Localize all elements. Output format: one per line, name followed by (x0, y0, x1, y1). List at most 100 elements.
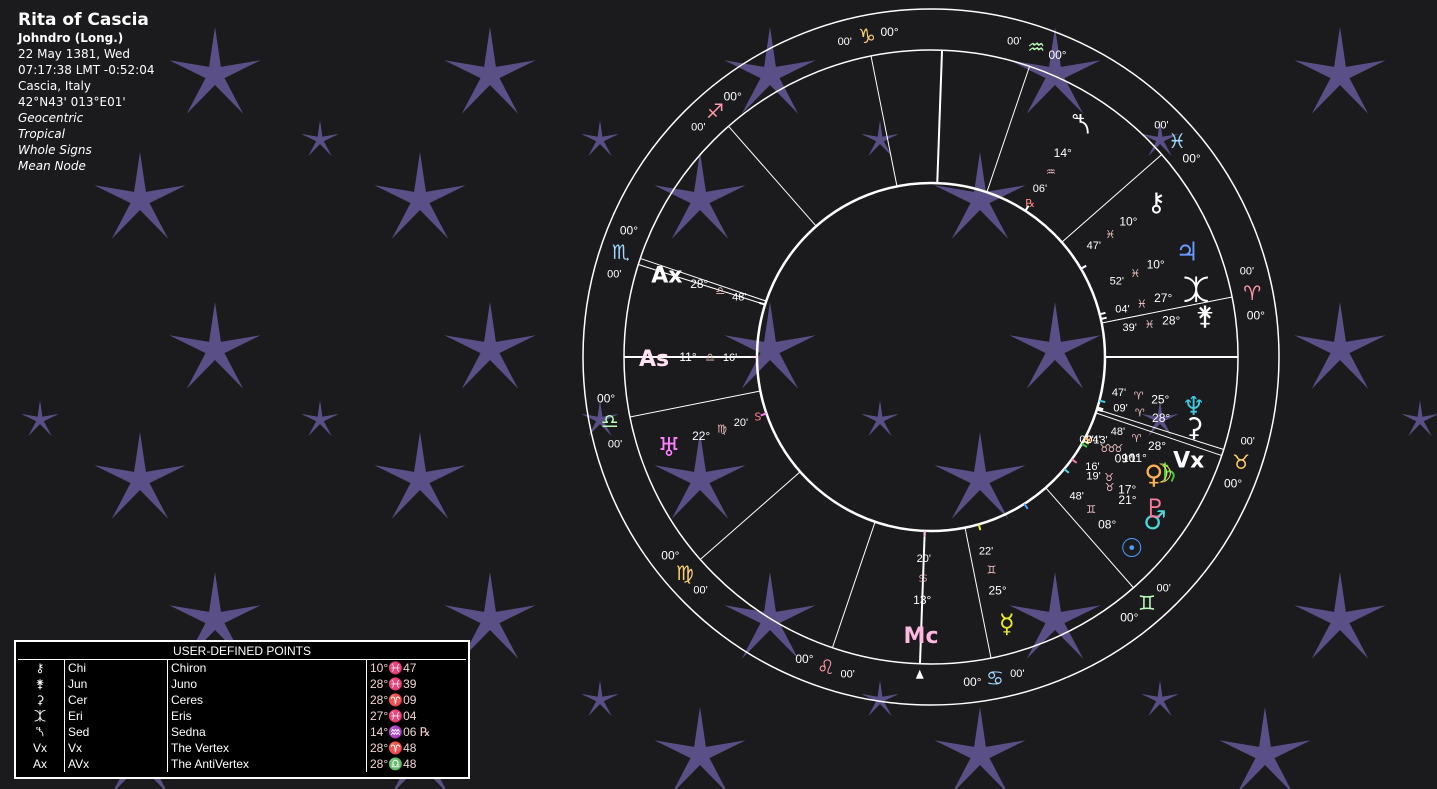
row-abbr: Sed (64, 724, 168, 740)
chiron-icon[interactable]: ⚷ (1147, 188, 1166, 218)
eris-icon[interactable]: ⯰ (1183, 276, 1209, 306)
antivertex-tick (759, 301, 766, 306)
jupiter-icon[interactable]: ♃ (1175, 237, 1198, 267)
neptune-degree: 25° (1151, 393, 1169, 407)
cusp-minute: 00' (1010, 668, 1024, 680)
vertex-icon[interactable]: Vx (1173, 449, 1204, 474)
sign-glyph: ♐ (706, 99, 724, 123)
table-row[interactable]: Ax AVx The AntiVertex 28°♎48 (16, 756, 468, 772)
ascendant-sign: ♎ (705, 351, 715, 364)
chiron-sign: ♓ (1105, 228, 1115, 241)
cusp-minute: 00' (838, 36, 852, 48)
table-row[interactable]: ⯰ Eri Eris 27°♓04 (16, 708, 468, 724)
row-position: 27°♓04 (366, 708, 468, 724)
sedna-icon[interactable]: ⯲ (1072, 110, 1090, 140)
cusp-degree: 00° (1183, 152, 1201, 166)
pluto-degree: 17° (1118, 482, 1136, 496)
ascendant-icon[interactable]: As (639, 347, 669, 372)
uranus-icon[interactable]: ♅ (657, 433, 680, 463)
row-abbr: Cer (64, 692, 168, 708)
sign-glyph: ♎ (601, 409, 619, 433)
table-row[interactable]: ⚳ Cer Ceres 28°♈09 (16, 692, 468, 708)
table-row[interactable]: Vx Vx The Vertex 28°♈48 (16, 740, 468, 756)
neptune-icon[interactable]: ♆ (1182, 392, 1205, 422)
row-position: 10°♓47 (366, 660, 468, 676)
sun-icon[interactable]: ☉ (1120, 534, 1143, 564)
antivertex-sign: ♎ (715, 284, 725, 297)
antivertex-icon[interactable]: Ax (651, 264, 682, 289)
eris-sign: ♓ (1137, 298, 1147, 311)
sedna-sign: ♒ (1046, 165, 1056, 178)
row-name: Ceres (167, 692, 367, 708)
pluto-icon[interactable]: ♇ (1144, 494, 1167, 524)
row-position: 14°♒06 ℞ (366, 724, 468, 740)
row-position: 28°♓39 (366, 676, 468, 692)
house-cusp-line (728, 125, 817, 227)
table-row[interactable]: ⚷ Chi Chiron 10°♓47 (16, 660, 468, 676)
row-abbr: Eri (64, 708, 168, 724)
jupiter-sign: ♓ (1130, 267, 1140, 280)
eris-icon: ⯰ (33, 709, 47, 723)
venus-degree: 09° (1115, 451, 1133, 465)
row-abbr: Chi (64, 660, 168, 676)
juno-minute: 39' (1123, 322, 1137, 334)
cusp-minute: 00' (1154, 119, 1168, 131)
mercury-minute: 22' (979, 545, 993, 557)
pluto-sign: ♉ (1104, 471, 1114, 484)
jupiter-minute: 52' (1110, 275, 1124, 287)
venus-icon[interactable]: ♀ (1144, 460, 1163, 490)
cusp-degree: 00° (661, 548, 679, 562)
cusp-degree: 00° (795, 652, 813, 666)
sign-glyph: ♊ (1138, 591, 1156, 615)
panel-title: USER-DEFINED POINTS (18, 644, 466, 660)
user-defined-points-panel: USER-DEFINED POINTS ⚷ Chi Chiron 10°♓47 … (14, 640, 470, 779)
eris-tick (1099, 311, 1106, 316)
ascendant-minute: 16' (723, 352, 737, 364)
jupiter-degree: 10° (1147, 257, 1165, 271)
cusp-minute: 00' (691, 122, 705, 134)
mc-degree: 13° (913, 593, 931, 607)
ceres-sign: ♈ (1135, 406, 1145, 419)
user-points-table: ⚷ Chi Chiron 10°♓47 ⚵ Jun Juno 28°♓39 ⚳ … (16, 660, 468, 772)
antivertex-minute: 48' (732, 291, 746, 303)
table-row[interactable]: ⚵ Jun Juno 28°♓39 (16, 676, 468, 692)
mc-icon[interactable]: Mc (904, 624, 939, 649)
juno-icon[interactable]: ⚵ (1195, 301, 1214, 331)
sign-glyph: ♒ (1027, 35, 1045, 59)
house-cusp-line (986, 66, 1031, 193)
ascendant-degree: 11° (679, 350, 696, 364)
inner-ring (755, 181, 1107, 533)
mercury-icon[interactable]: ☿ (999, 609, 1015, 639)
antivertex-icon: Ax (32, 757, 47, 771)
sign-glyph: ♌ (817, 655, 835, 679)
row-name: Eris (167, 708, 367, 724)
house-cusp-line (699, 471, 801, 560)
cusp-minute: 00' (1007, 35, 1021, 47)
sedna-degree: 14° (1054, 146, 1072, 160)
juno-tick (1100, 316, 1107, 320)
uranus-sign: ♍ (717, 423, 727, 436)
neptune-minute: 47' (1112, 387, 1126, 399)
antivertex-degree: 28° (690, 277, 708, 291)
cusp-degree: 00° (880, 25, 898, 39)
house-cusp-line (629, 390, 761, 418)
row-name: The Vertex (167, 740, 367, 756)
cusp-minute: 00' (1241, 435, 1255, 447)
sign-glyph: ♋ (986, 666, 1004, 690)
house-cusp-line (870, 55, 898, 187)
sign-glyph: ♉ (1232, 450, 1250, 474)
sedna-minute: 06' (1033, 183, 1047, 195)
cusp-degree: 00° (963, 675, 981, 689)
cusp-degree: 00° (1048, 48, 1066, 62)
cusp-minute: 00' (693, 585, 707, 597)
row-name: Sedna (167, 724, 367, 740)
ic-axis (936, 50, 944, 184)
sun-degree: 08° (1098, 517, 1116, 531)
row-position: 28°♎48 (366, 756, 468, 772)
chiron-tick (1080, 264, 1087, 270)
row-name: Juno (167, 676, 367, 692)
table-row[interactable]: ⯲ Sed Sedna 14°♒06 ℞ (16, 724, 468, 740)
cusp-degree: 00° (1224, 477, 1242, 491)
cusp-degree: 00° (1247, 309, 1265, 323)
chiron-minute: 47' (1087, 240, 1101, 252)
